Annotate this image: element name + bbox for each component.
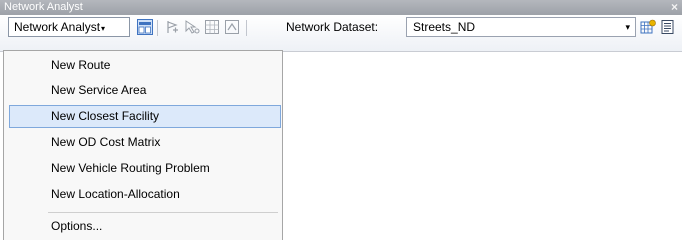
menu-item-new-location-allocation[interactable]: New Location-Allocation	[9, 183, 281, 206]
close-icon[interactable]: ×	[671, 0, 678, 15]
chevron-down-icon: ▾	[101, 24, 106, 33]
network-directions-icon[interactable]	[660, 19, 676, 35]
menu-item-new-route[interactable]: New Route	[9, 54, 281, 77]
toolbar-separator	[246, 20, 247, 36]
window-title: Network Analyst	[4, 1, 83, 13]
network-analyst-window-icon[interactable]	[137, 19, 153, 35]
menu-item-options[interactable]: Options...	[9, 215, 281, 238]
chevron-down-icon[interactable]: ▾	[625, 18, 630, 36]
create-network-location-icon[interactable]	[164, 19, 180, 35]
menu-item-new-service-area[interactable]: New Service Area	[9, 79, 281, 102]
solve-icon[interactable]	[224, 19, 240, 35]
network-analyst-menu-button[interactable]: Network Analyst▾	[8, 17, 130, 37]
build-network-icon[interactable]	[640, 19, 656, 35]
network-identify-icon[interactable]	[204, 19, 220, 35]
network-analyst-menu-label: Network Analyst	[14, 20, 101, 34]
menu-item-new-vehicle-routing-problem[interactable]: New Vehicle Routing Problem	[9, 157, 281, 180]
network-dataset-select[interactable]: Streets_ND ▾	[406, 17, 636, 37]
menu-separator	[48, 212, 278, 213]
network-analyst-dropdown-menu: New Route New Service Area New Closest F…	[3, 50, 283, 240]
menu-item-new-closest-facility[interactable]: New Closest Facility	[9, 105, 281, 128]
window-titlebar[interactable]: Network Analyst ×	[0, 0, 682, 15]
toolbar-separator	[157, 20, 158, 36]
menu-item-new-od-cost-matrix[interactable]: New OD Cost Matrix	[9, 131, 281, 154]
network-dataset-value: Streets_ND	[413, 20, 476, 34]
select-move-location-icon[interactable]	[184, 19, 200, 35]
network-dataset-label: Network Dataset:	[286, 20, 379, 34]
